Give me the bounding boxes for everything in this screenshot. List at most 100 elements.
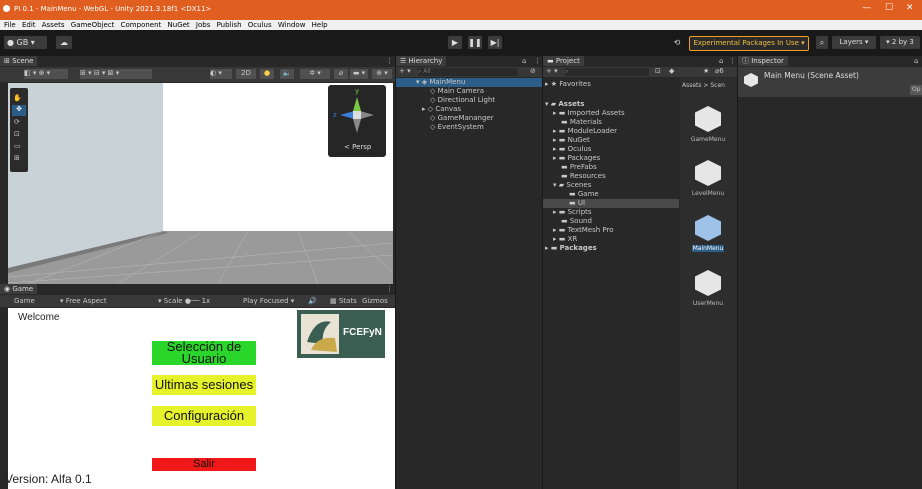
search-by-type-icon[interactable]: ⊡ <box>655 67 661 75</box>
rotate-tool-icon[interactable]: ⟳ <box>14 118 20 126</box>
history-button[interactable]: ⟲ <box>670 36 684 49</box>
scale-tool-icon[interactable]: ⊡ <box>14 130 20 138</box>
shading-toggle[interactable]: ◐ ▾ <box>210 69 232 79</box>
gizmos-dropdown[interactable]: ⊕ ▾ <box>372 69 392 79</box>
transform-tool-icon[interactable]: ⊞ <box>14 154 20 162</box>
pause-button[interactable]: ❚❚ <box>468 36 482 49</box>
experimental-packages-button[interactable]: Experimental Packages In Use ▾ <box>689 36 809 51</box>
menu-component[interactable]: Component <box>121 20 162 30</box>
inspector-lock-icon[interactable]: ⌂ <box>914 57 918 65</box>
search-by-label-icon[interactable]: ◆ <box>669 67 674 75</box>
camera-dropdown[interactable]: ▬ ▾ <box>350 69 368 79</box>
menu-jobs[interactable]: Jobs <box>196 20 210 30</box>
persp-label[interactable]: < Persp <box>344 143 371 151</box>
hidden-packages-icon[interactable]: ⌀6 <box>715 67 724 75</box>
lock-icon[interactable]: ⌂ <box>522 57 526 65</box>
cloud-button[interactable]: ☁ <box>56 36 72 49</box>
folder-item[interactable]: ▬ Sound <box>561 217 592 226</box>
folder-item[interactable]: ▸ ▬ XR <box>553 235 577 244</box>
folder-item[interactable]: ▸ ▬ Packages <box>553 154 600 163</box>
folder-item[interactable]: ▸ ▬ Oculus <box>553 145 591 154</box>
account-button[interactable]: ● GB ▾ <box>4 36 47 49</box>
folder-item[interactable]: ▸ ▬ NuGet <box>553 136 590 145</box>
hierarchy-item[interactable]: ◇ EventSystem <box>430 123 484 132</box>
hierarchy-item[interactable]: ◇ Directional Light <box>430 96 495 105</box>
menu-oculus[interactable]: Oculus <box>248 20 272 30</box>
panel-menu-icon[interactable]: ⋮ <box>386 57 393 65</box>
tab-hierarchy[interactable]: ☰ Hierarchy <box>396 56 447 66</box>
tab-scene[interactable]: ⊞ Scene <box>0 56 38 66</box>
audio-icon[interactable]: 🔈 <box>280 69 294 79</box>
folder-item[interactable]: ▸ ▬ TextMesh Pro <box>553 226 614 235</box>
folder-item[interactable]: ▸ ▬ ModuleLoader <box>553 127 617 136</box>
folder-item[interactable]: ▬ Materials <box>561 118 602 127</box>
folder-item-selected[interactable]: ▬ UI <box>569 199 585 208</box>
scene-asset[interactable]: LevelMenu <box>684 160 732 197</box>
assets-folder[interactable]: ▾ ▰ Assets <box>545 100 584 109</box>
menu-assets[interactable]: Assets <box>42 20 65 30</box>
scene-asset[interactable]: GameMenu <box>684 106 732 143</box>
stats-button[interactable]: ▦ Stats <box>330 297 357 305</box>
tab-project[interactable]: ▬ Project <box>543 56 584 66</box>
mode-2d-button[interactable]: 2D <box>236 69 256 79</box>
lighting-icon[interactable]: ● <box>260 69 274 79</box>
hierarchy-item[interactable]: ▸ ◇ Canvas <box>422 105 461 114</box>
effects-dropdown[interactable]: ✲ ▾ <box>300 69 330 79</box>
close-icon[interactable]: ✕ <box>906 3 914 13</box>
hidden-objects-icon[interactable]: ⌀ <box>334 69 348 79</box>
sessions-button[interactable]: Ultimas sesiones <box>152 375 256 395</box>
search-button[interactable]: ⌕ <box>816 36 828 49</box>
user-select-button[interactable]: Selección de Usuario <box>152 340 256 365</box>
project-search-input[interactable]: ⌕ <box>565 68 649 76</box>
menu-gameobject[interactable]: GameObject <box>71 20 115 30</box>
aspect-dropdown[interactable]: ▾ Free Aspect <box>60 297 107 305</box>
gizmos-toggle[interactable]: Gizmos <box>362 297 388 305</box>
menu-publish[interactable]: Publish <box>217 20 242 30</box>
exit-button[interactable]: Salir <box>152 458 256 471</box>
hierarchy-item[interactable]: ◇ GameMananger <box>430 114 494 123</box>
packages-folder[interactable]: ▸ ▬ Packages <box>545 244 597 253</box>
menu-help[interactable]: Help <box>312 20 328 30</box>
search-options-icon[interactable]: ⊘ <box>530 67 536 75</box>
step-button[interactable]: ▶| <box>488 36 502 49</box>
layout-dropdown[interactable]: ▾ 2 by 3 <box>880 36 920 49</box>
menu-window[interactable]: Window <box>278 20 306 30</box>
draw-mode-dropdown[interactable]: ◧ ▾ ⊕ ▾ <box>24 69 68 79</box>
project-lock-icon[interactable]: ⌂ <box>719 57 723 65</box>
menu-file[interactable]: File <box>4 20 16 30</box>
maximize-icon[interactable]: ☐ <box>885 3 893 13</box>
hand-tool-icon[interactable]: ✋ <box>13 94 22 102</box>
folder-item[interactable]: ▾ ▰ Scenes <box>553 181 591 190</box>
folder-item[interactable]: ▸ ▬ Imported Assets <box>553 109 625 118</box>
open-button[interactable]: Op <box>910 85 922 95</box>
folder-item[interactable]: ▬ PreFabs <box>561 163 597 172</box>
mute-audio-icon[interactable]: 🔊 <box>308 297 317 305</box>
display-dropdown[interactable]: Game <box>14 297 35 305</box>
layers-dropdown[interactable]: Layers ▾ <box>832 36 876 49</box>
tab-game[interactable]: ◉ Game <box>0 284 38 294</box>
hierarchy-menu-icon[interactable]: ⋮ <box>534 57 541 65</box>
hierarchy-item[interactable]: ◇ Main Camera <box>430 87 484 96</box>
menu-nuget[interactable]: NuGet <box>168 20 190 30</box>
menu-edit[interactable]: Edit <box>22 20 36 30</box>
game-panel-menu-icon[interactable]: ⋮ <box>386 285 393 293</box>
folder-item[interactable]: ▸ ▬ Scripts <box>553 208 592 217</box>
project-menu-icon[interactable]: ⋮ <box>729 57 736 65</box>
play-button[interactable]: ▶ <box>448 36 462 49</box>
hierarchy-root-scene[interactable]: ▾ ◈ MainMenu <box>396 78 542 87</box>
add-icon[interactable]: + ▾ <box>399 67 411 75</box>
snap-tools[interactable]: ⊞ ▾ ⊟ ▾ ⊠ ▾ <box>80 69 152 79</box>
config-button[interactable]: Configuración <box>152 406 256 426</box>
minimize-icon[interactable]: — <box>862 3 871 13</box>
move-tool-icon[interactable]: ✥ <box>12 105 26 116</box>
scene-asset[interactable]: UserMenu <box>684 270 732 307</box>
play-mode-dropdown[interactable]: Play Focused ▾ <box>243 297 294 305</box>
favorites-item[interactable]: ▸ ★ Favorites <box>545 80 591 89</box>
project-add-icon[interactable]: + ▾ <box>546 67 558 75</box>
scene-asset-selected[interactable]: MainMenu <box>684 215 732 252</box>
hierarchy-search-input[interactable]: ⌕ All <box>418 68 518 76</box>
rect-tool-icon[interactable]: ▭ <box>14 142 21 150</box>
folder-item[interactable]: ▬ Resources <box>561 172 606 181</box>
favorite-star-icon[interactable]: ★ <box>703 67 709 75</box>
orientation-gizmo[interactable]: y z < Persp <box>328 85 386 157</box>
